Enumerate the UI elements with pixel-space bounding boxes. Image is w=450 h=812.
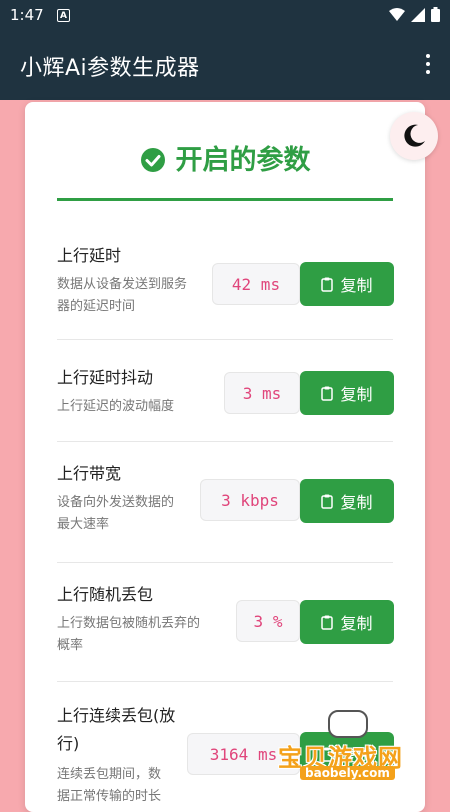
watermark-logo: 宝贝游戏网 baobely.com: [278, 706, 428, 786]
header-divider: [57, 198, 393, 201]
moon-icon: [404, 124, 425, 147]
battery-icon: [431, 7, 440, 22]
app-title: 小辉Ai参数生成器: [20, 56, 200, 81]
clipboard-icon: [321, 277, 334, 292]
param-row: 上行延时 数据从设备发送到服务 器的延迟时间 42 ms 复制: [57, 244, 394, 340]
check-circle-icon: [140, 147, 165, 172]
clipboard-icon: [321, 615, 334, 630]
overflow-menu-icon[interactable]: [424, 54, 432, 78]
param-value: 3 ms: [224, 372, 300, 414]
card-header: 开启的参数: [25, 138, 425, 177]
row-divider: [57, 339, 393, 340]
copy-label: 复制: [340, 493, 373, 512]
status-time: 1:47: [10, 6, 44, 24]
clipboard-icon: [321, 386, 334, 401]
copy-button[interactable]: 复制: [300, 600, 394, 644]
wifi-icon: [389, 7, 405, 21]
param-value: 42 ms: [212, 263, 300, 305]
signal-icon: [411, 7, 425, 22]
status-bar: 1:47 A: [0, 0, 450, 32]
notification-a-icon: A: [57, 9, 70, 22]
system-icons: [389, 7, 440, 22]
copy-label: 复制: [340, 614, 373, 633]
param-row: 上行延时抖动 上行延迟的波动幅度 3 ms 复制: [57, 366, 394, 442]
row-divider: [57, 562, 393, 563]
app-bar: 小辉Ai参数生成器: [0, 32, 450, 100]
watermark-domain: baobely.com: [300, 766, 395, 780]
param-value: 3 %: [236, 600, 300, 642]
card-title: 开启的参数: [175, 145, 311, 176]
copy-label: 复制: [340, 276, 373, 295]
param-value: 3 kbps: [200, 479, 300, 521]
row-divider: [57, 681, 393, 682]
clipboard-icon: [321, 494, 334, 509]
param-desc-line: 据正常传输的时长: [57, 789, 162, 804]
copy-button[interactable]: 复制: [300, 479, 394, 523]
copy-label: 复制: [340, 385, 373, 404]
param-row: 上行带宽 设备向外发送数据的 最大速率 3 kbps 复制: [57, 462, 394, 563]
row-divider: [57, 441, 393, 442]
gamepad-icon: [328, 710, 368, 738]
param-row: 上行随机丢包 上行数据包被随机丢弃的 概率 3 % 复制: [57, 583, 394, 682]
copy-button[interactable]: 复制: [300, 371, 394, 415]
copy-button[interactable]: 复制: [300, 262, 394, 306]
dark-mode-toggle[interactable]: [390, 112, 438, 160]
